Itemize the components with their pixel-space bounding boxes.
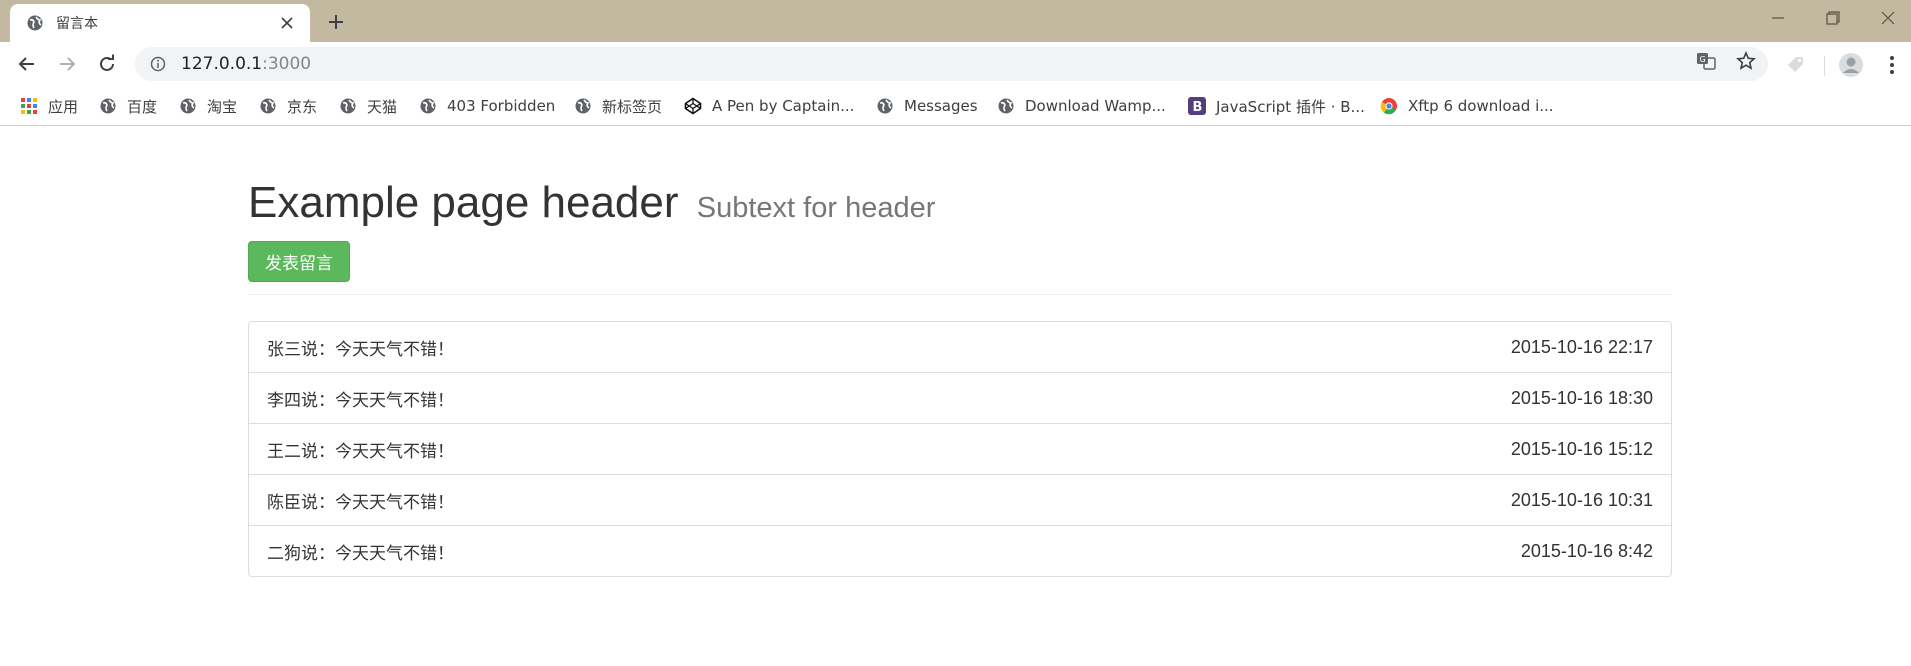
post-message-button[interactable]: 发表留言: [248, 241, 350, 282]
restore-icon[interactable]: [1810, 6, 1856, 30]
globe-icon: [339, 97, 357, 115]
bookmark-tmall[interactable]: 天猫: [339, 94, 397, 118]
globe-icon: [99, 97, 117, 115]
tab-strip: 留言本: [0, 0, 1911, 42]
translate-icon[interactable]: G: [1694, 50, 1718, 72]
bookmark-label: Messages: [904, 97, 978, 115]
url-host: 127.0.0.1: [181, 54, 263, 74]
page-title-text: Example page header: [248, 178, 679, 227]
bookmark-label: JavaScript 插件 · B...: [1216, 97, 1365, 116]
bootstrap-icon: B: [1188, 97, 1206, 115]
bookmark-403[interactable]: 403 Forbidden: [419, 94, 555, 118]
bookmark-label: 淘宝: [207, 97, 238, 116]
globe-icon: [419, 97, 437, 115]
list-item: 陈臣说：今天天气不错！ 2015-10-16 10:31: [249, 475, 1671, 526]
globe-icon: [876, 97, 894, 115]
url-port: :3000: [262, 54, 312, 74]
page-subtitle: Subtext for header: [696, 192, 936, 224]
bookmark-label: Download Wamp...: [1025, 97, 1166, 115]
message-list: 张三说：今天天气不错！ 2015-10-16 22:17 李四说：今天天气不错！…: [248, 321, 1672, 577]
bookmark-label: 京东: [287, 97, 318, 116]
svg-text:B: B: [1193, 100, 1203, 115]
bookmark-codepen[interactable]: A Pen by Captain...: [684, 94, 854, 118]
bookmarks-bar: 应用 百度 淘宝 京东 天猫 403 Forbidden 新标签页 A Pen …: [0, 86, 1911, 126]
bookmark-taobao[interactable]: 淘宝: [179, 94, 237, 118]
close-tab-icon[interactable]: [278, 14, 296, 32]
bookmark-label: Xftp 6 download i...: [1408, 97, 1554, 115]
site-info-icon[interactable]: [149, 55, 167, 73]
message-time: 2015-10-16 22:17: [1510, 336, 1653, 357]
globe-icon: [997, 97, 1015, 115]
bookmark-label: 403 Forbidden: [447, 97, 556, 115]
message-text: 张三说：今天天气不错！: [267, 339, 454, 360]
bookmark-xftp[interactable]: Xftp 6 download i...: [1380, 94, 1554, 118]
reload-icon[interactable]: [94, 51, 120, 77]
globe-icon: [179, 97, 197, 115]
page-title: Example page header Subtext for header: [248, 175, 1672, 236]
bookmark-baidu[interactable]: 百度: [99, 94, 157, 118]
bookmark-newtab[interactable]: 新标签页: [574, 94, 662, 118]
bookmark-label: 新标签页: [602, 97, 663, 116]
message-time: 2015-10-16 15:12: [1510, 438, 1653, 459]
codepen-icon: [684, 97, 702, 115]
message-text: 陈臣说：今天天气不错！: [267, 492, 454, 513]
globe-icon: [259, 97, 277, 115]
back-arrow-icon[interactable]: [14, 51, 40, 77]
page-header: Example page header Subtext for header: [248, 175, 1672, 236]
message-text: 李四说：今天天气不错！: [267, 390, 454, 411]
list-item: 张三说：今天天气不错！ 2015-10-16 22:17: [249, 322, 1671, 373]
apps-grid-icon: [20, 97, 38, 115]
tab-title: 留言本: [56, 16, 98, 32]
message-time: 2015-10-16 18:30: [1510, 387, 1653, 408]
bookmark-jd[interactable]: 京东: [259, 94, 317, 118]
browser-tab[interactable]: 留言本: [10, 4, 310, 42]
list-item: 王二说：今天天气不错！ 2015-10-16 15:12: [249, 424, 1671, 475]
new-tab-icon[interactable]: [325, 11, 347, 33]
extension-icon[interactable]: [1782, 51, 1810, 79]
forward-arrow-icon[interactable]: [54, 51, 80, 77]
browser-toolbar: 127.0.0.1:3000 G: [0, 42, 1911, 86]
globe-icon: [26, 14, 44, 32]
bookmark-label: 天猫: [367, 97, 398, 116]
globe-icon: [574, 97, 592, 115]
bookmark-label: A Pen by Captain...: [712, 97, 855, 115]
message-text: 二狗说：今天天气不错！: [267, 543, 454, 564]
bookmark-label: 百度: [127, 97, 158, 116]
minimize-icon[interactable]: [1755, 6, 1801, 30]
bookmark-apps[interactable]: 应用: [20, 94, 78, 118]
toolbar-divider: [1824, 56, 1825, 76]
message-time: 2015-10-16 10:31: [1510, 489, 1653, 510]
bookmark-wamp[interactable]: Download Wamp...: [997, 94, 1166, 118]
close-window-icon[interactable]: [1865, 6, 1911, 30]
list-item: 李四说：今天天气不错！ 2015-10-16 18:30: [249, 373, 1671, 424]
message-time: 2015-10-16 8:42: [1520, 540, 1653, 561]
menu-kebab-icon[interactable]: [1878, 51, 1906, 79]
message-text: 王二说：今天天气不错！: [267, 441, 454, 462]
address-bar[interactable]: 127.0.0.1:3000: [135, 47, 1768, 81]
bookmark-star-icon[interactable]: [1734, 50, 1758, 72]
bookmark-messages[interactable]: Messages: [876, 94, 978, 118]
svg-text:G: G: [1700, 55, 1706, 64]
bookmark-label: 应用: [48, 97, 79, 116]
chrome-icon: [1380, 97, 1398, 115]
list-item: 二狗说：今天天气不错！ 2015-10-16 8:42: [249, 526, 1671, 576]
header-divider: [248, 294, 1672, 295]
profile-avatar-icon[interactable]: [1837, 51, 1865, 79]
bookmark-bootstrap[interactable]: B JavaScript 插件 · B...: [1188, 94, 1365, 118]
